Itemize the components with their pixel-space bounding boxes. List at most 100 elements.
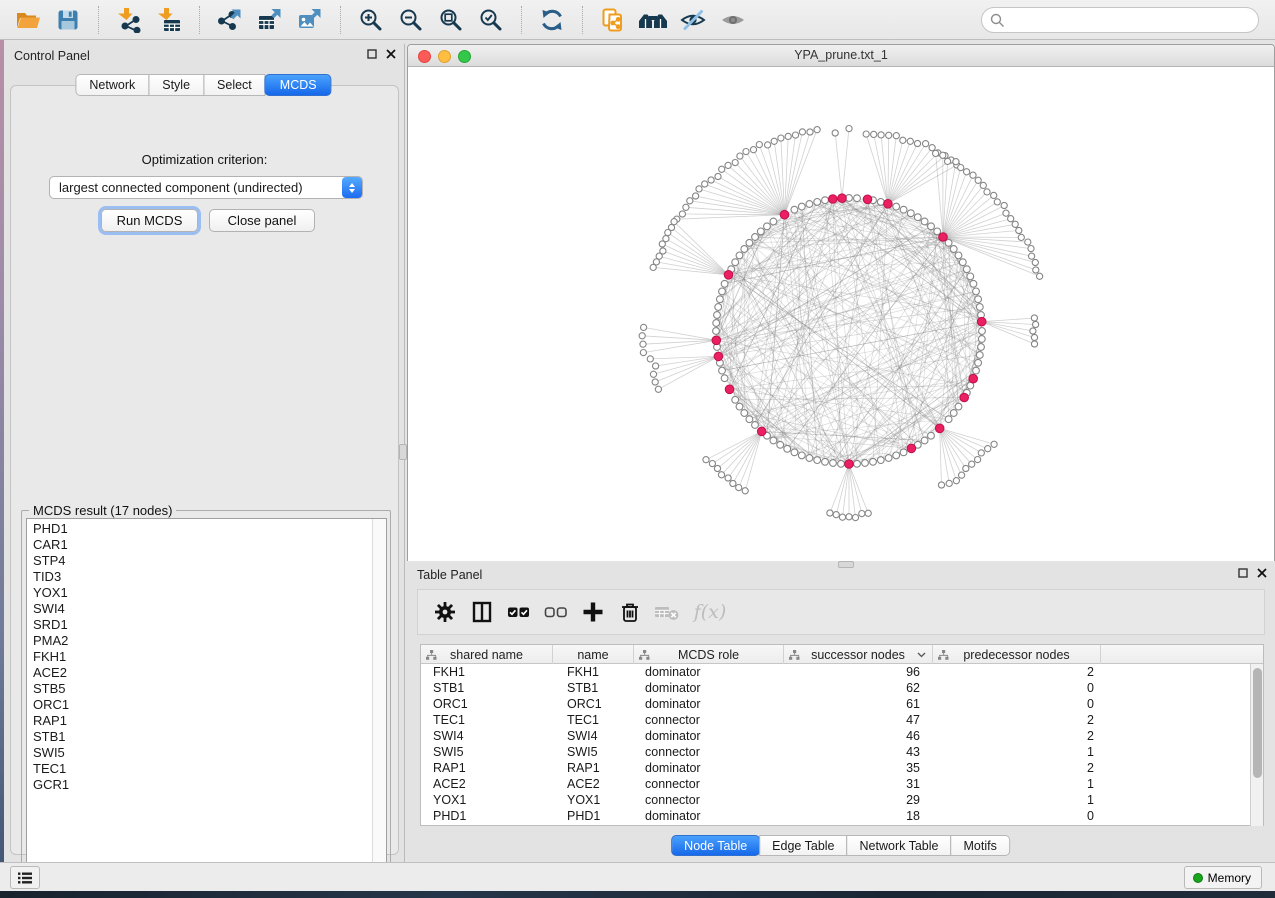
tab-mcds[interactable]: MCDS	[265, 74, 332, 96]
column-header-filler	[1101, 645, 1263, 664]
tab-node-table[interactable]: Node Table	[671, 835, 760, 856]
list-item[interactable]: TEC1	[27, 761, 372, 777]
list-item[interactable]: SWI5	[27, 745, 372, 761]
column-header-shared-name[interactable]: shared name	[421, 645, 553, 664]
delete-row-button[interactable]	[613, 595, 647, 629]
save-session-button[interactable]	[50, 4, 86, 36]
table-row[interactable]: FKH1FKH1dominator962	[421, 664, 1250, 680]
network-window-titlebar[interactable]: YPA_prune.txt_1	[408, 45, 1274, 67]
table-row[interactable]: TEC1TEC1connector472	[421, 712, 1250, 728]
memory-button[interactable]: Memory	[1184, 866, 1262, 889]
open-file-button[interactable]	[10, 4, 46, 36]
list-item[interactable]: GCR1	[27, 777, 372, 793]
mcds-result-list[interactable]: PHD1CAR1STP4TID3YOX1SWI4SRD1PMA2FKH1ACE2…	[26, 518, 387, 875]
task-history-button[interactable]	[10, 866, 40, 889]
vertical-splitter-handle[interactable]	[399, 444, 407, 460]
delete-table-button[interactable]	[650, 595, 684, 629]
table-row[interactable]: ACE2ACE2connector311	[421, 776, 1250, 792]
list-item[interactable]: TID3	[27, 569, 372, 585]
table-cell: FKH1	[553, 664, 634, 680]
close-panel-icon[interactable]	[1257, 568, 1267, 578]
search-field[interactable]	[981, 7, 1259, 33]
table-row[interactable]: SWI4SWI4dominator462	[421, 728, 1250, 744]
run-mcds-button[interactable]: Run MCDS	[101, 209, 198, 232]
table-scrollbar-thumb[interactable]	[1253, 668, 1262, 778]
tab-style[interactable]: Style	[148, 74, 204, 96]
show-all-button[interactable]	[715, 4, 751, 36]
toolbar-separator	[521, 6, 522, 34]
list-item[interactable]: YOX1	[27, 585, 372, 601]
list-item[interactable]: CAR1	[27, 537, 372, 553]
column-label: name	[577, 648, 608, 662]
zoom-selected-icon	[478, 7, 504, 33]
mcds-panel: Optimization criterion: largest connecte…	[10, 85, 399, 855]
show-column-button[interactable]	[465, 595, 499, 629]
import-network-button[interactable]	[111, 4, 147, 36]
list-item[interactable]: PMA2	[27, 633, 372, 649]
share-document-button[interactable]	[595, 4, 631, 36]
zoom-selected-button[interactable]	[473, 4, 509, 36]
tab-network-table[interactable]: Network Table	[847, 835, 952, 856]
select-all-button[interactable]	[502, 595, 536, 629]
search-input[interactable]	[1005, 13, 1258, 28]
tab-select[interactable]: Select	[203, 74, 266, 96]
network-canvas[interactable]	[408, 67, 1274, 561]
table-cell: 61	[784, 696, 933, 712]
list-item[interactable]: SRD1	[27, 617, 372, 633]
close-panel-button[interactable]: Close panel	[209, 209, 315, 232]
tab-network[interactable]: Network	[75, 74, 149, 96]
tree-column-icon	[789, 650, 800, 660]
first-neighbors-button[interactable]	[635, 4, 671, 36]
close-panel-icon[interactable]	[386, 49, 396, 59]
function-builder-icon: f(x)	[694, 601, 727, 623]
tab-motifs[interactable]: Motifs	[950, 835, 1009, 856]
zoom-out-button[interactable]	[393, 4, 429, 36]
window-minimize-icon[interactable]	[438, 50, 451, 63]
list-item[interactable]: FKH1	[27, 649, 372, 665]
add-row-button[interactable]	[576, 595, 610, 629]
list-item[interactable]: STB1	[27, 729, 372, 745]
zoom-in-button[interactable]	[353, 4, 389, 36]
column-header-mcds-role[interactable]: MCDS role	[634, 645, 784, 664]
table-scrollbar[interactable]	[1250, 664, 1263, 826]
zoom-fit-button[interactable]	[433, 4, 469, 36]
tab-edge-table[interactable]: Edge Table	[759, 835, 847, 856]
network-window-title: YPA_prune.txt_1	[408, 45, 1274, 66]
list-item[interactable]: STP4	[27, 553, 372, 569]
float-panel-icon[interactable]	[367, 49, 377, 59]
function-builder-button[interactable]: f(x)	[687, 595, 733, 629]
refresh-button[interactable]	[534, 4, 570, 36]
table-row[interactable]: STB1STB1dominator620	[421, 680, 1250, 696]
deselect-all-button[interactable]	[539, 595, 573, 629]
horizontal-splitter-handle[interactable]	[838, 561, 854, 568]
table-row[interactable]: YOX1YOX1connector291	[421, 792, 1250, 808]
float-panel-icon[interactable]	[1238, 568, 1248, 578]
network-graph[interactable]	[408, 67, 1274, 561]
window-maximize-icon[interactable]	[458, 50, 471, 63]
column-header-predecessor-nodes[interactable]: predecessor nodes	[933, 645, 1101, 664]
export-image-button[interactable]	[292, 4, 328, 36]
window-close-icon[interactable]	[418, 50, 431, 63]
table-row[interactable]: ORC1ORC1dominator610	[421, 696, 1250, 712]
result-list-scrollbar[interactable]	[372, 519, 386, 874]
table-row[interactable]: RAP1RAP1dominator352	[421, 760, 1250, 776]
table-settings-button[interactable]	[428, 595, 462, 629]
list-item[interactable]: RAP1	[27, 713, 372, 729]
table-row[interactable]: PHD1PHD1dominator180	[421, 808, 1250, 824]
open-folder-icon	[15, 7, 41, 33]
export-table-button[interactable]	[252, 4, 288, 36]
optimization-criterion-dropdown[interactable]: largest connected component (undirected)	[49, 176, 363, 199]
list-item[interactable]: ACE2	[27, 665, 372, 681]
import-table-button[interactable]	[151, 4, 187, 36]
hide-selected-button[interactable]	[675, 4, 711, 36]
list-item[interactable]: PHD1	[27, 521, 372, 537]
list-item[interactable]: ORC1	[27, 697, 372, 713]
table-cell: 2	[933, 760, 1101, 776]
list-item[interactable]: STB5	[27, 681, 372, 697]
table-row[interactable]: SWI5SWI5connector431	[421, 744, 1250, 760]
list-item[interactable]: SWI4	[27, 601, 372, 617]
column-header-name[interactable]: name	[553, 645, 634, 664]
column-header-successor-nodes[interactable]: successor nodes	[784, 645, 933, 664]
export-network-button[interactable]	[212, 4, 248, 36]
search-icon	[990, 13, 1005, 28]
